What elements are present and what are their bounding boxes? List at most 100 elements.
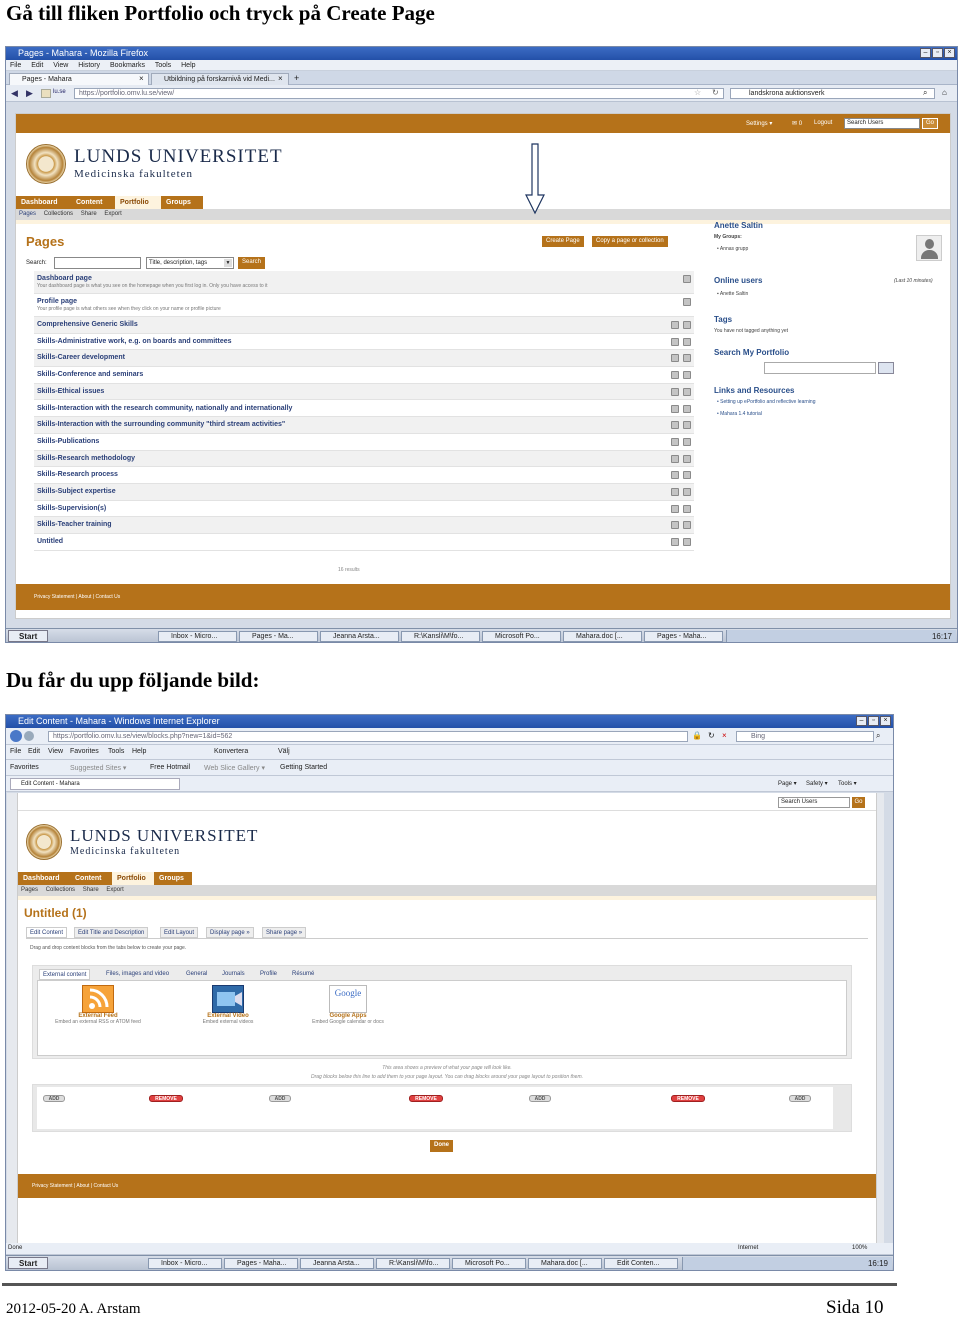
group-link[interactable]: • Annas grupp <box>717 246 748 252</box>
page-name[interactable]: Skills-Administrative work, e.g. on boar… <box>37 338 232 345</box>
resource-link-2[interactable]: • Mahara 1.4 tutorial <box>717 411 762 417</box>
taskbar-item[interactable]: R:\Kansli\M\fo... <box>401 631 480 642</box>
menu-bookmarks[interactable]: Bookmarks <box>110 62 145 69</box>
edit-tab-content[interactable]: Edit Content <box>26 927 68 938</box>
add-column-button[interactable]: ADD <box>43 1095 65 1102</box>
delete-icon[interactable] <box>683 421 691 430</box>
search-type-select[interactable]: Title, description, tags ▼ <box>146 257 234 269</box>
page-name[interactable]: Skills-Conference and seminars <box>37 371 143 378</box>
page-name[interactable]: Comprehensive Generic Skills <box>37 321 138 328</box>
add-column-button[interactable]: ADD <box>269 1095 291 1102</box>
edit-icon[interactable] <box>671 538 679 547</box>
delete-icon[interactable] <box>683 538 691 547</box>
page-row[interactable]: Skills-Interaction with the research com… <box>34 401 694 418</box>
copy-page-button[interactable]: Copy a page or collection <box>592 236 668 247</box>
suggested-sites[interactable]: Suggested Sites ▾ <box>70 764 126 772</box>
close-icon[interactable]: × <box>880 716 891 726</box>
edit-tab-display[interactable]: Display page » <box>206 927 254 938</box>
taskbar-item[interactable]: Pages - Ma... <box>239 631 318 642</box>
reload-icon[interactable]: ↻ <box>712 88 719 97</box>
edit-icon[interactable] <box>671 488 679 496</box>
page-name[interactable]: Skills-Ethical issues <box>37 388 104 395</box>
footer-links-2[interactable]: Privacy Statement | About | Contact Us <box>32 1183 118 1189</box>
page-row[interactable]: Skills-Interaction with the surrounding … <box>34 417 694 434</box>
block-external-feed[interactable]: External Feed Embed an external RSS or A… <box>48 985 148 1025</box>
site-identity-icon[interactable] <box>41 89 51 98</box>
search-icon[interactable]: ⌕ <box>876 731 880 741</box>
logout-link[interactable]: Logout <box>814 120 832 126</box>
taskbar-item[interactable]: Edit Conten... <box>604 1258 678 1269</box>
sidebar-user-name[interactable]: Anette Saltin <box>714 221 763 230</box>
edit-tab-title[interactable]: Edit Title and Description <box>74 927 149 938</box>
back-icon[interactable]: ◀ <box>11 88 18 99</box>
minimize-icon[interactable]: – <box>856 716 867 726</box>
forward-icon[interactable]: ▶ <box>26 88 33 99</box>
convert-button[interactable]: Konvertera <box>214 748 248 755</box>
category-tab-files[interactable]: Files, images and video <box>103 969 172 980</box>
taskbar-item[interactable]: Jeanna Arsta... <box>300 1258 374 1269</box>
page-row[interactable]: Skills-Research methodology <box>34 450 694 468</box>
page-row[interactable]: Untitled <box>34 534 694 551</box>
delete-icon[interactable] <box>683 471 691 480</box>
add-column-button[interactable]: ADD <box>529 1095 551 1102</box>
refresh-icon[interactable]: ↻ <box>708 731 715 740</box>
subtab-pages[interactable]: Pages <box>19 211 36 217</box>
edit-tab-share[interactable]: Share page » <box>262 927 307 938</box>
resource-link-1[interactable]: • Setting up ePortfolio and reflective l… <box>717 399 815 405</box>
taskbar-item[interactable]: Jeanna Arsta... <box>320 631 399 642</box>
bing-search-field[interactable]: Bing <box>736 731 874 742</box>
ie-safety-menu[interactable]: Safety ▾ <box>806 780 828 787</box>
ie-menu-help[interactable]: Help <box>132 748 146 755</box>
edit-icon[interactable] <box>671 337 679 346</box>
subtab-pages-2[interactable]: Pages <box>21 887 38 893</box>
delete-icon[interactable] <box>683 371 691 380</box>
page-name[interactable]: Skills-Supervision(s) <box>37 505 106 512</box>
favorites-label[interactable]: Favorites <box>10 764 39 771</box>
page-name[interactable]: Skills-Interaction with the surrounding … <box>37 421 285 428</box>
footer-links[interactable]: Privacy Statement | About | Contact Us <box>34 594 120 600</box>
close-icon[interactable]: × <box>944 48 955 58</box>
category-tab-external[interactable]: External content <box>39 969 91 980</box>
subtab-export[interactable]: Export <box>104 211 121 217</box>
tab-portfolio[interactable]: Portfolio <box>115 196 161 209</box>
edit-icon[interactable] <box>671 471 679 480</box>
menu-tools[interactable]: Tools <box>155 62 171 69</box>
getting-started[interactable]: Getting Started <box>280 764 327 771</box>
taskbar-item[interactable]: Mahara.doc [... <box>528 1258 602 1269</box>
page-row[interactable]: Skills-Ethical issues <box>34 383 694 401</box>
search-engine-field[interactable]: landskrona auktionsverk <box>730 88 935 99</box>
page-name[interactable]: Skills-Publications <box>37 438 99 445</box>
page-row[interactable]: Skills-Supervision(s) <box>34 501 694 518</box>
taskbar-item[interactable]: R:\Kansli\M\fo... <box>376 1258 450 1269</box>
subtab-share-2[interactable]: Share <box>83 887 99 893</box>
avatar[interactable] <box>916 235 942 261</box>
tab-pages-mahara[interactable]: Pages - Mahara <box>9 73 149 85</box>
free-hotmail[interactable]: Free Hotmail <box>150 764 190 771</box>
page-name[interactable]: Skills-Teacher training <box>37 521 112 528</box>
tab-utbildning[interactable]: Utbildning på forskarnivå vid Medi... <box>151 73 289 85</box>
search-users-go-2[interactable]: Go <box>852 797 865 808</box>
edit-icon[interactable] <box>671 437 679 446</box>
back-icon[interactable] <box>10 730 22 742</box>
tab-groups[interactable]: Groups <box>161 196 203 209</box>
delete-icon[interactable] <box>683 337 691 346</box>
edit-icon[interactable] <box>671 321 679 329</box>
edit-icon[interactable] <box>671 387 679 396</box>
delete-icon[interactable] <box>683 488 691 496</box>
taskbar-item[interactable]: Inbox - Micro... <box>158 631 237 642</box>
search-users-input[interactable]: Search Users <box>844 118 920 129</box>
remove-column-button[interactable]: REMOVE <box>671 1095 705 1102</box>
menu-file[interactable]: File <box>10 62 21 69</box>
search-portfolio-button[interactable] <box>878 362 894 374</box>
search-users-input-2[interactable]: Search Users <box>778 797 850 808</box>
ie-menu-tools[interactable]: Tools <box>108 748 124 755</box>
subtab-collections-2[interactable]: Collections <box>46 887 75 893</box>
edit-icon[interactable] <box>671 371 679 380</box>
ie-tab[interactable]: Edit Content - Mahara <box>10 778 180 790</box>
page-row[interactable]: Skills-Teacher training <box>34 517 694 535</box>
page-name[interactable]: Skills-Career development <box>37 354 125 361</box>
page-name[interactable]: Skills-Interaction with the research com… <box>37 405 292 412</box>
search-users-go[interactable]: Go <box>922 118 938 129</box>
page-name[interactable]: Untitled <box>37 538 63 545</box>
delete-icon[interactable] <box>683 387 691 396</box>
